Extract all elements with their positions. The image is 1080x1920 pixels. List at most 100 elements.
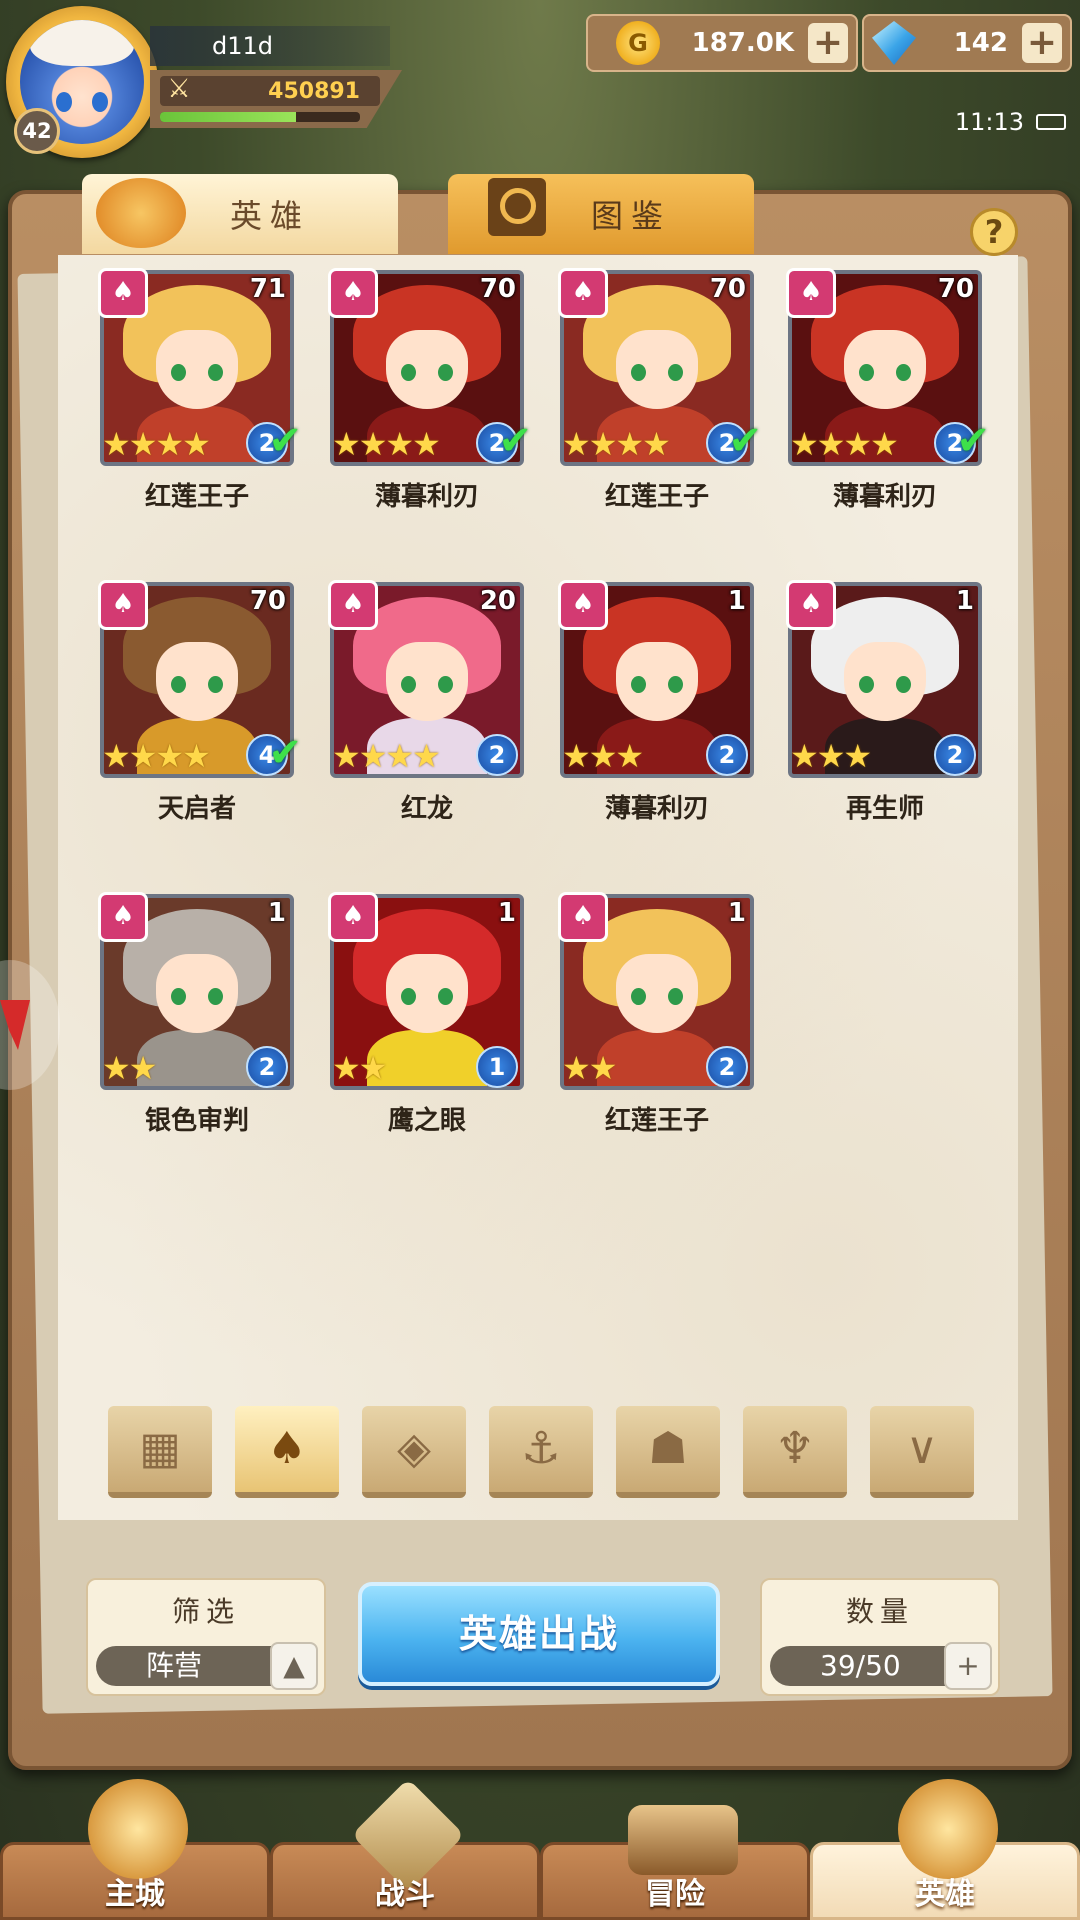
hero-stars: ★ ★ ★ ★ <box>102 740 211 772</box>
hero-name: 银色审判 <box>144 1106 249 1136</box>
exp-bar <box>160 112 360 122</box>
gold-currency: G 187.0K + <box>586 14 858 72</box>
nav-heroes[interactable]: 英雄 <box>810 1779 1080 1920</box>
demon-faction-icon: ♆ <box>775 1423 815 1474</box>
hero-level: 20 <box>479 586 516 616</box>
player-level-badge: 42 <box>14 108 60 154</box>
status-time: 11:13 <box>954 108 1024 136</box>
hero-name: 红龙 <box>400 794 453 824</box>
hero-stars: ★ ★ ★ ★ <box>332 425 441 463</box>
flame-faction-icon: ♠ <box>786 268 836 318</box>
demon-faction-filter-button[interactable]: ♆ <box>743 1406 847 1498</box>
hero-card[interactable]: ♠ 1 ★ ★ 1 鹰之眼 <box>328 892 524 1144</box>
gem-currency: 142 + <box>862 14 1072 72</box>
gold-coin-icon: G <box>616 21 660 65</box>
deploy-heroes-button[interactable]: 英雄出战 <box>358 1582 720 1686</box>
expand-capacity-button[interactable]: + <box>944 1642 992 1690</box>
count-box: 数量 39/50 + <box>760 1578 1000 1696</box>
hero-card[interactable]: ♠ 1 ★ ★ 2 红莲王子 <box>558 892 754 1144</box>
hero-name: 鹰之眼 <box>387 1106 466 1136</box>
crossed-swords-icon: ⚔ <box>167 74 191 104</box>
filter-expand-button[interactable]: ▲ <box>270 1642 318 1690</box>
hero-card[interactable]: ♠ 1 ★ ★ ★ 2 再生师 <box>786 580 982 832</box>
bottom-nav: 主城 战斗 冒险 英雄 <box>0 1778 1080 1920</box>
deployed-check-icon: ✔ <box>268 418 302 464</box>
magnifier-icon <box>488 178 546 236</box>
flame-faction-icon: ♠ <box>98 892 148 942</box>
hero-rank-badge: 2 <box>706 1046 748 1088</box>
hero-stars: ★ ★ ★ ★ <box>332 737 441 775</box>
tab-codex-label: 图鉴 <box>590 197 671 235</box>
hero-rank-badge: 2 <box>934 734 976 776</box>
star-icon: ★ <box>843 737 873 775</box>
hero-stars: ★ ★ ★ ★ <box>562 425 671 463</box>
deployed-check-icon: ✔ <box>728 418 762 464</box>
hero-card[interactable]: ♠ 20 ★ ★ ★ ★ 2 红龙 <box>328 580 524 832</box>
hero-card[interactable]: ♠ 70 ★ ★ ★ ★ 2 ✔ 薄暮利刃 <box>328 268 532 520</box>
nav-main-city-label: 主城 <box>105 1877 165 1912</box>
gold-value: 187.0K <box>691 28 794 58</box>
flame-faction-filter-button[interactable]: ♠ <box>235 1406 339 1498</box>
star-icon: ★ <box>562 425 591 463</box>
wing-faction-icon: ∨ <box>905 1423 939 1474</box>
hero-stars: ★ ★ ★ ★ <box>102 428 211 460</box>
tab-heroes[interactable]: 英雄 <box>82 174 398 254</box>
star-icon: ★ <box>332 425 361 463</box>
hero-level: 70 <box>479 274 516 304</box>
hero-stars: ★ ★ ★ <box>562 737 645 775</box>
star-icon: ★ <box>128 1049 158 1087</box>
diamond-faction-filter-button[interactable]: ◈ <box>362 1406 466 1498</box>
flame-faction-icon: ♠ <box>328 580 378 630</box>
hero-level: 70 <box>249 586 286 616</box>
hero-rank-badge: 2 <box>706 734 748 776</box>
hero-name: 薄暮利刃 <box>604 794 709 824</box>
hero-card[interactable]: ♠ 70 ★ ★ ★ ★ 2 ✔ 红莲王子 <box>558 268 762 520</box>
tab-heroes-label: 英雄 <box>229 197 310 235</box>
hero-rank-badge: 2 <box>476 734 518 776</box>
add-gems-button[interactable]: + <box>1022 23 1062 63</box>
castle-icon <box>88 1779 188 1879</box>
nav-main-city[interactable]: 主城 <box>0 1779 270 1920</box>
anchor-faction-icon: ⚓ <box>521 1423 561 1474</box>
hero-stars: ★ ★ ★ <box>790 737 873 775</box>
star-icon: ★ <box>358 425 388 463</box>
hero-name: 再生师 <box>845 794 924 824</box>
helmet-icon <box>96 178 186 248</box>
grid-all-filter-button[interactable]: ▦ <box>108 1406 212 1498</box>
hero-card[interactable]: ♠ 1 ★ ★ ★ 2 薄暮利刃 <box>558 580 754 832</box>
diamond-icon <box>872 21 916 65</box>
hero-card[interactable]: ♠ 71 ★ ★ ★ ★ 2 ✔ 红莲王子 <box>98 268 302 520</box>
anchor-faction-filter-button[interactable]: ⚓ <box>489 1406 593 1498</box>
add-gold-button[interactable]: + <box>808 23 848 63</box>
help-button[interactable]: ? <box>970 208 1018 256</box>
hero-card[interactable]: ♠ 1 ★ ★ 2 银色审判 <box>98 892 294 1144</box>
wing-faction-filter-button[interactable]: ∨ <box>870 1406 974 1498</box>
star-icon: ★ <box>332 737 361 775</box>
star-icon: ★ <box>588 737 618 775</box>
star-icon: ★ <box>615 737 645 775</box>
hero-card[interactable]: ♠ 70 ★ ★ ★ ★ 2 ✔ 薄暮利刃 <box>786 268 990 520</box>
tab-codex[interactable]: 图鉴 <box>448 174 754 254</box>
nav-heroes-label: 英雄 <box>915 1877 975 1912</box>
star-icon: ★ <box>588 425 618 463</box>
star-icon: ★ <box>358 1049 388 1087</box>
flame-faction-icon: ♠ <box>558 580 608 630</box>
star-icon: ★ <box>562 1049 591 1087</box>
hero-level: 1 <box>955 586 974 616</box>
hero-name: 薄暮利刃 <box>374 482 479 512</box>
hero-level: 71 <box>249 274 286 304</box>
star-icon: ★ <box>816 425 846 463</box>
hero-rank-badge: 2 <box>246 1046 288 1088</box>
hero-card[interactable]: ♠ 70 ★ ★ ★ ★ 4 ✔ 天启者 <box>98 580 302 832</box>
hero-name: 薄暮利刃 <box>832 482 937 512</box>
hero-level: 1 <box>497 898 516 928</box>
diamond-faction-icon: ◈ <box>397 1423 431 1474</box>
star-icon: ★ <box>790 737 819 775</box>
hero-name: 红莲王子 <box>604 482 709 512</box>
nav-adventure[interactable]: 冒险 <box>540 1805 810 1920</box>
nav-battle[interactable]: 战斗 <box>270 1778 540 1920</box>
beast-faction-filter-button[interactable]: ☗ <box>616 1406 720 1498</box>
star-icon: ★ <box>562 737 591 775</box>
hero-stars: ★ ★ <box>102 1049 158 1087</box>
hero-stars: ★ ★ ★ ★ <box>790 425 899 463</box>
